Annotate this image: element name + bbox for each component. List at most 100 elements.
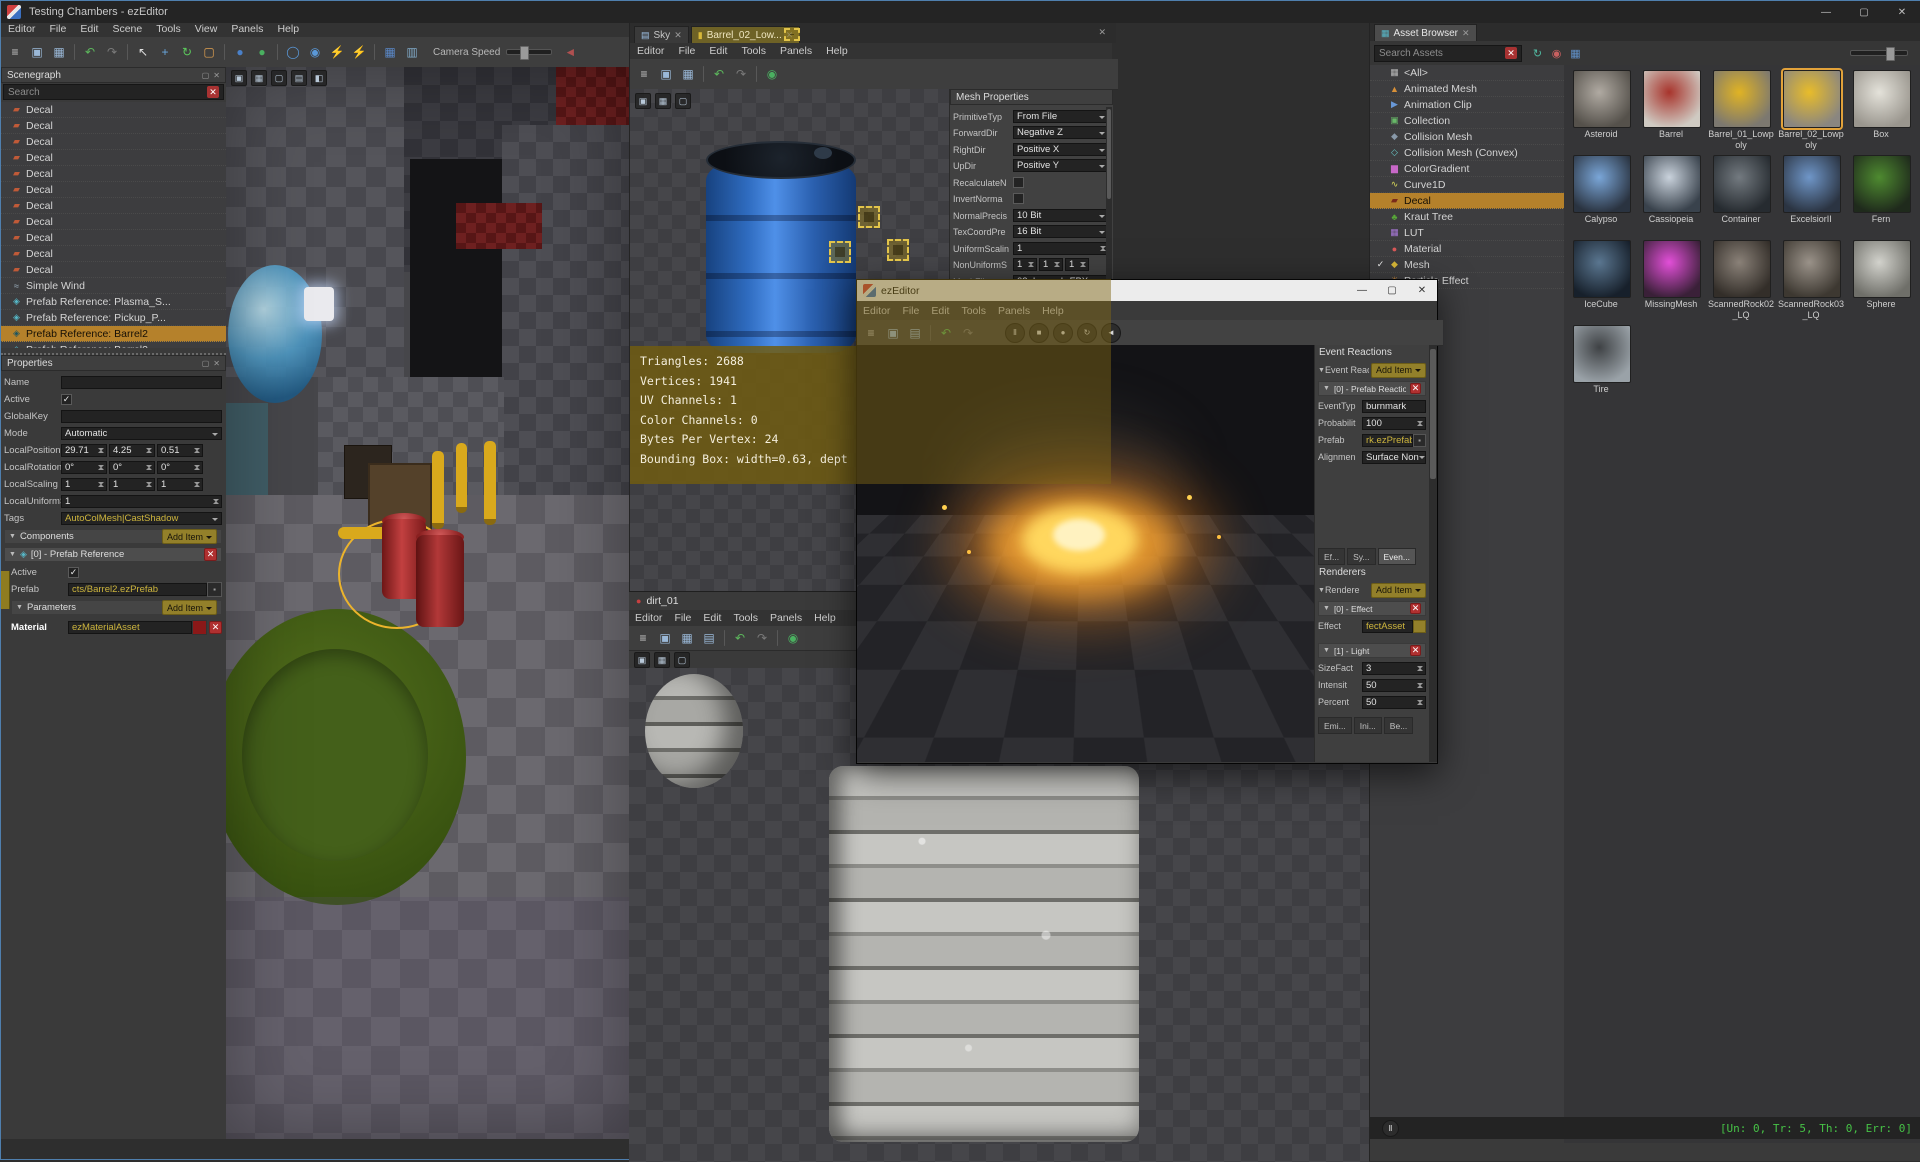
save-icon[interactable]: ▣ — [27, 42, 47, 62]
properties-scrollbar[interactable] — [1106, 107, 1112, 307]
scaling-spinner[interactable]: 1 — [157, 478, 203, 491]
asset-thumbnail-cell[interactable]: Calypso — [1566, 152, 1636, 237]
reaction-prefab-input[interactable]: rk.ezPrefab — [1362, 433, 1413, 447]
asset-type-item[interactable]: ▦ LUT — [1370, 225, 1564, 241]
scenegraph-item[interactable]: ▰ Decal — [1, 214, 226, 230]
components-group-header[interactable]: ▼ Components Add Item — [4, 529, 222, 544]
float-panel-icon[interactable]: ▢ — [202, 359, 210, 368]
scenegraph-item[interactable]: ▰ Decal — [1, 134, 226, 150]
camera-icon[interactable]: ▣ — [634, 652, 650, 668]
tab-close-icon[interactable]: ✕ — [1462, 28, 1470, 39]
remove-component-button[interactable]: ✕ — [204, 548, 217, 561]
clear-search-icon[interactable]: ✕ — [1505, 47, 1517, 59]
menu-item[interactable]: Panels — [764, 612, 808, 624]
undo-icon[interactable]: ↶ — [709, 64, 729, 84]
scenegraph-item[interactable]: ▰ Decal — [1, 150, 226, 166]
scenegraph-item[interactable]: ▰ Decal — [1, 102, 226, 118]
updir-dropdown[interactable]: Positive Y — [1013, 159, 1109, 172]
rotation-spinner[interactable]: 0° — [109, 461, 155, 474]
scenegraph-search-input[interactable]: Search ✕ — [3, 84, 224, 100]
simulate-icon[interactable]: ⚡ — [327, 42, 347, 62]
scenegraph-item[interactable]: ≈ Simple Wind — [1, 278, 226, 294]
save-icon[interactable]: ▣ — [655, 628, 675, 648]
menu-item[interactable]: Tools — [734, 45, 773, 57]
browse-prefab-button[interactable]: ▪ — [207, 582, 222, 597]
float-panel-icon[interactable]: ▢ — [202, 71, 210, 80]
scale-spinner[interactable]: 1 — [1039, 258, 1063, 271]
asset-thumbnail-cell[interactable]: Barrel — [1636, 67, 1706, 152]
camera-icon[interactable]: ▣ — [635, 93, 651, 109]
menu-item[interactable]: Help — [808, 612, 842, 624]
intensity-spinner[interactable]: 50 — [1362, 678, 1426, 692]
redo-icon[interactable]: ↷ — [752, 628, 772, 648]
remove-renderer-button[interactable]: ✕ — [1410, 603, 1421, 614]
panel-tab[interactable]: Sy... — [1347, 548, 1376, 565]
prefab-reaction-header[interactable]: ▼ [0] - Prefab Reaction ✕ — [1318, 381, 1426, 396]
add-component-button[interactable]: Add Item — [161, 529, 217, 544]
maximize-icon[interactable]: ▢ — [675, 93, 691, 109]
slider-thumb[interactable] — [1885, 47, 1895, 61]
asset-thumbnail-cell[interactable]: Fern — [1846, 152, 1916, 237]
refresh-assets-icon[interactable]: ↻ — [1529, 45, 1546, 62]
normalprecision-dropdown[interactable]: 10 Bit — [1013, 209, 1109, 222]
browse-prefab-button[interactable]: ▪ — [1413, 433, 1426, 447]
grid-icon[interactable]: ▦ — [655, 93, 671, 109]
slider-thumb[interactable] — [520, 46, 530, 60]
asset-thumbnail-cell[interactable]: Box — [1846, 67, 1916, 152]
asset-thumbnail-cell[interactable]: Tire — [1566, 322, 1636, 407]
redo-icon[interactable]: ↷ — [731, 64, 751, 84]
save-all-icon[interactable]: ▦ — [678, 64, 698, 84]
asset-type-item[interactable]: ▲ Animated Mesh — [1370, 81, 1564, 97]
capture-icon[interactable]: ▤ — [291, 70, 307, 86]
alignment-dropdown[interactable]: Surface Non — [1362, 450, 1426, 464]
undo-icon[interactable]: ↶ — [80, 42, 100, 62]
scenegraph-item[interactable]: ◈ Prefab Reference: Plasma_S... — [1, 294, 226, 310]
asset-thumbnail-cell[interactable]: Asteroid — [1566, 67, 1636, 152]
grid-icon[interactable]: ▦ — [251, 70, 267, 86]
mode-dropdown[interactable]: Automatic — [61, 427, 222, 440]
primitivetype-dropdown[interactable]: From File — [1013, 110, 1109, 123]
transform-all-icon[interactable]: ◉ — [1548, 45, 1565, 62]
asset-type-item[interactable]: ▆ ColorGradient — [1370, 161, 1564, 177]
translate-tool-icon[interactable]: + — [155, 42, 175, 62]
export-icon[interactable]: ▤ — [699, 628, 719, 648]
asset-type-item[interactable]: ◆ Collision Mesh — [1370, 129, 1564, 145]
layers-icon[interactable]: ▥ — [402, 42, 422, 62]
minimize-button[interactable]: — — [1807, 1, 1845, 23]
effect-swatch-button[interactable] — [1413, 619, 1426, 633]
scaling-spinner[interactable]: 1 — [61, 478, 107, 491]
render-mode-icon[interactable]: ● — [230, 42, 250, 62]
scenegraph-item[interactable]: ◈ Prefab Reference: Pickup_P... — [1, 310, 226, 326]
effect-renderer-header[interactable]: ▼ [0] - Effect ✕ — [1318, 601, 1426, 616]
panel-tab[interactable]: Even... — [1377, 548, 1416, 565]
asset-type-item[interactable]: ▰ Decal — [1370, 193, 1564, 209]
maximize-icon[interactable]: ▢ — [674, 652, 690, 668]
maximize-button[interactable]: ▢ — [1377, 280, 1407, 301]
menu-item[interactable]: View — [188, 23, 225, 35]
menu-icon[interactable]: ≡ — [5, 42, 25, 62]
menu-item[interactable]: File — [42, 23, 73, 35]
panel-scrollbar[interactable] — [1429, 345, 1437, 762]
tab-close-icon[interactable]: ✕ — [674, 30, 682, 41]
menu-item[interactable]: Edit — [702, 45, 734, 57]
render-mode-icon[interactable]: ◧ — [311, 70, 327, 86]
asset-search-input[interactable]: Search Assets ✕ — [1374, 44, 1522, 62]
remove-light-button[interactable]: ✕ — [1410, 645, 1421, 656]
menu-item[interactable]: File — [671, 45, 702, 57]
asset-type-item[interactable]: ▦ <All> — [1370, 65, 1564, 81]
scenegraph-item[interactable]: ▰ Decal — [1, 198, 226, 214]
camera-icon[interactable]: ▣ — [231, 70, 247, 86]
select-tool-icon[interactable]: ↖ — [133, 42, 153, 62]
collapsed-panel-handle[interactable] — [1, 571, 10, 609]
thumbnail-size-slider[interactable] — [1850, 47, 1908, 61]
add-renderer-button[interactable]: Add Item — [1370, 582, 1426, 598]
material-color-swatch[interactable] — [192, 620, 207, 635]
scenegraph-item[interactable]: ▰ Decal — [1, 230, 226, 246]
save-all-icon[interactable]: ▦ — [677, 628, 697, 648]
grid-icon[interactable]: ▦ — [654, 652, 670, 668]
save-icon[interactable]: ▣ — [656, 64, 676, 84]
maximize-button[interactable]: ▢ — [1845, 1, 1883, 23]
menu-item[interactable]: Edit — [73, 23, 105, 35]
world-settings-icon[interactable]: ● — [252, 42, 272, 62]
panel-tab[interactable]: Emi... — [1318, 717, 1352, 734]
